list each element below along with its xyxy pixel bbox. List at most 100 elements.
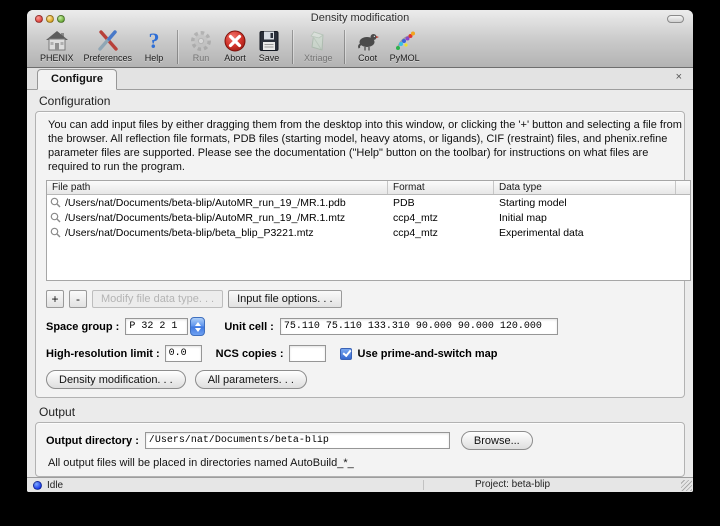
add-file-button[interactable]: + (46, 290, 64, 308)
browse-button[interactable]: Browse... (461, 431, 533, 450)
toolbar-label: Coot (358, 53, 377, 63)
resize-grip[interactable] (681, 480, 692, 491)
toolbar-button-run[interactable]: Run (184, 29, 218, 63)
tab-close-icon[interactable]: × (676, 72, 682, 83)
magnifier-icon[interactable] (50, 212, 61, 223)
configuration-groupbox: You can add input files by either draggi… (35, 111, 685, 398)
toolbar-separator (292, 30, 293, 64)
stepper-up-icon (195, 322, 201, 326)
toolbar-label: Abort (224, 53, 246, 63)
column-header-data-type[interactable]: Data type (494, 181, 676, 194)
unit-cell-input[interactable] (280, 318, 558, 335)
configuration-heading: Configuration (39, 94, 693, 108)
file-path-cell: /Users/nat/Documents/beta-blip/beta_blip… (65, 227, 314, 239)
density-modification-window: Density modification PHENIX (27, 10, 693, 492)
toolbar-button-save[interactable]: Save (252, 29, 286, 63)
column-header-format[interactable]: Format (388, 181, 494, 194)
ncs-copies-input[interactable] (289, 345, 326, 362)
all-parameters-button[interactable]: All parameters. . . (195, 370, 307, 389)
high-resolution-label: High-resolution limit : (46, 348, 160, 360)
window-title: Density modification (27, 12, 693, 24)
window-chrome: Density modification PHENIX (27, 10, 693, 68)
toolbar-label: PHENIX (40, 53, 74, 63)
table-row[interactable]: /Users/nat/Documents/beta-blip/AutoMR_ru… (47, 210, 690, 225)
column-header-blank (676, 181, 690, 194)
toolbar-button-xtriage[interactable]: Xtriage (299, 29, 338, 63)
toolbar-button-preferences[interactable]: Preferences (79, 29, 138, 63)
toolbar-button-phenix[interactable]: PHENIX (35, 29, 79, 63)
toolbar-label: Run (193, 53, 210, 63)
table-header-row: File path Format Data type (47, 181, 690, 195)
format-cell: ccp4_mtz (388, 227, 494, 239)
tab-strip: Configure × (27, 68, 693, 90)
toolbar: PHENIX Preferences ? He (27, 28, 693, 68)
title-bar[interactable]: Density modification (27, 10, 693, 28)
remove-file-button[interactable]: - (69, 290, 87, 308)
stepper-down-icon (195, 328, 201, 332)
project-label: Project: beta-blip (475, 479, 550, 490)
configure-panel: Configuration You can add input files by… (27, 90, 693, 477)
output-heading: Output (39, 405, 693, 419)
data-type-cell: Initial map (494, 212, 676, 224)
prime-and-switch-checkbox[interactable] (340, 348, 352, 360)
output-directory-row: Output directory : Browse... (46, 431, 674, 450)
parameter-buttons-row: Density modification. . . All parameters… (46, 370, 674, 389)
modify-file-data-type-button[interactable]: Modify file data type. . . (92, 290, 223, 308)
toolbar-button-help[interactable]: ? Help (137, 29, 171, 63)
data-type-cell: Experimental data (494, 227, 676, 239)
toolbar-button-abort[interactable]: Abort (218, 29, 252, 63)
symmetry-row: Space group : Unit cell : (46, 317, 674, 336)
input-file-options-button[interactable]: Input file options. . . (228, 290, 341, 308)
xtriage-crystal-icon (306, 29, 330, 53)
output-note: All output files will be placed in direc… (48, 457, 674, 469)
save-floppy-icon (257, 29, 281, 53)
magnifier-icon[interactable] (50, 227, 61, 238)
toolbar-button-pymol[interactable]: PyMOL (385, 29, 425, 63)
toolbar-toggle-button[interactable] (667, 15, 684, 23)
preferences-tools-icon (96, 29, 120, 53)
toolbar-label: Preferences (84, 53, 133, 63)
status-bar-divider (423, 480, 424, 490)
unit-cell-label: Unit cell : (224, 321, 274, 333)
column-header-file-path[interactable]: File path (47, 181, 388, 194)
resolution-row: High-resolution limit : NCS copies : Use… (46, 345, 674, 362)
data-type-cell: Starting model (494, 197, 676, 209)
abort-icon (223, 29, 247, 53)
file-path-cell: /Users/nat/Documents/beta-blip/AutoMR_ru… (65, 212, 345, 224)
run-gear-icon (189, 29, 213, 53)
format-cell: PDB (388, 197, 494, 209)
help-question-icon: ? (142, 29, 166, 53)
toolbar-label: Help (145, 53, 164, 63)
table-row[interactable]: /Users/nat/Documents/beta-blip/AutoMR_ru… (47, 195, 690, 210)
toolbar-label: Xtriage (304, 53, 333, 63)
toolbar-label: Save (259, 53, 280, 63)
coot-bird-icon (356, 29, 380, 53)
space-group-input[interactable] (125, 318, 188, 335)
file-table-actions: + - Modify file data type. . . Input fil… (46, 290, 674, 308)
output-directory-label: Output directory : (46, 435, 139, 447)
space-group-stepper[interactable] (190, 317, 205, 336)
status-dot-icon (33, 481, 42, 490)
toolbar-label: PyMOL (390, 53, 420, 63)
output-directory-input[interactable] (145, 432, 450, 449)
input-files-table[interactable]: File path Format Data type /Users/nat/Do… (46, 180, 691, 281)
phenix-home-icon (45, 29, 69, 53)
ncs-copies-label: NCS copies : (216, 348, 284, 360)
pymol-icon (393, 29, 417, 53)
format-cell: ccp4_mtz (388, 212, 494, 224)
magnifier-icon[interactable] (50, 197, 61, 208)
output-groupbox: Output directory : Browse... All output … (35, 422, 685, 477)
file-path-cell: /Users/nat/Documents/beta-blip/AutoMR_ru… (65, 197, 346, 209)
prime-and-switch-label: Use prime-and-switch map (358, 348, 498, 360)
tab-configure[interactable]: Configure (37, 69, 117, 90)
high-resolution-input[interactable] (165, 345, 202, 362)
table-row[interactable]: /Users/nat/Documents/beta-blip/beta_blip… (47, 225, 690, 240)
toolbar-button-coot[interactable]: Coot (351, 29, 385, 63)
status-bar: Idle Project: beta-blip (27, 477, 693, 492)
toolbar-separator (344, 30, 345, 64)
svg-text:?: ? (149, 29, 160, 53)
toolbar-separator (177, 30, 178, 64)
instructions-text: You can add input files by either draggi… (48, 119, 690, 174)
space-group-label: Space group : (46, 321, 119, 333)
density-modification-button[interactable]: Density modification. . . (46, 370, 186, 389)
